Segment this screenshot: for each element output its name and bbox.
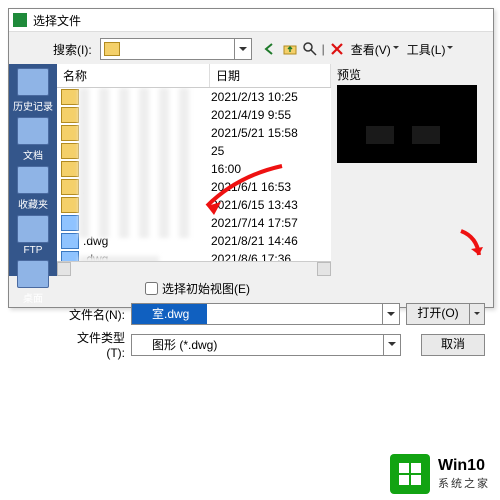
folder-icon (61, 197, 79, 213)
delete-icon[interactable] (329, 41, 345, 57)
nav-toolbar: | 查看(V) 工具(L) (262, 41, 456, 58)
up-folder-icon[interactable] (282, 41, 298, 57)
filename-row: 文件名(N): 室.dwg 打开(O) (65, 303, 485, 325)
place-documents[interactable]: 文档 (11, 117, 55, 162)
chevron-down-icon[interactable] (382, 304, 399, 324)
folder-icon (61, 143, 79, 159)
history-icon (17, 68, 49, 96)
filetype-combo[interactable]: 图形 (*.dwg) (131, 334, 401, 356)
lookin-label: 搜索(I): (53, 41, 92, 58)
filename-combo[interactable]: 室.dwg (131, 303, 400, 325)
open-dropdown[interactable] (470, 303, 485, 325)
filename-value: 室.dwg (132, 304, 207, 324)
preview-label: 预览 (337, 66, 487, 83)
folder-icon (61, 179, 79, 195)
place-label: 收藏夹 (18, 196, 48, 211)
watermark-line1: Win10 (438, 457, 490, 475)
filetype-value: 图形 (*.dwg) (132, 335, 235, 355)
documents-icon (17, 117, 49, 145)
col-date[interactable]: 日期 (210, 64, 331, 87)
app-icon (13, 13, 27, 27)
chevron-down-icon[interactable] (234, 39, 251, 59)
folder-icon (61, 161, 79, 177)
view-menu-label: 查看(V) (351, 41, 391, 58)
place-label: FTP (24, 245, 43, 256)
search-icon[interactable] (302, 41, 318, 57)
file-open-dialog: 选择文件 搜索(I): | 查看(V) 工具(L) 历史记录 文档 (8, 8, 494, 308)
bottom-panel: 选择初始视图(E) 文件名(N): 室.dwg 打开(O) 文件类型(T): 图… (9, 276, 493, 368)
initial-view-label: 选择初始视图(E) (162, 280, 250, 297)
open-button[interactable]: 打开(O) (406, 303, 470, 325)
places-bar: 历史记录 文档 收藏夹 FTP 桌面 (9, 64, 57, 276)
separator: | (322, 42, 325, 56)
place-label: 文档 (23, 147, 43, 162)
ftp-icon (17, 215, 49, 243)
horizontal-scrollbar[interactable] (57, 261, 331, 276)
cancel-button[interactable]: 取消 (421, 334, 485, 356)
place-label: 历史记录 (13, 98, 53, 113)
col-name[interactable]: 名称 (57, 64, 210, 87)
filetype-label: 文件类型(T): (65, 329, 125, 360)
place-favorites[interactable]: 收藏夹 (11, 166, 55, 211)
place-history[interactable]: 历史记录 (11, 68, 55, 113)
watermark: Win10 系统之家 (380, 448, 500, 500)
watermark-line2: 系统之家 (438, 475, 490, 491)
favorites-icon (17, 166, 49, 194)
dwg-icon (61, 233, 79, 249)
preview-image (337, 85, 477, 163)
folder-icon (61, 89, 79, 105)
chevron-down-icon (393, 46, 399, 52)
initial-view-checkbox[interactable] (145, 282, 158, 295)
filetype-row: 文件类型(T): 图形 (*.dwg) 取消 (65, 329, 485, 360)
redacted-area (79, 88, 197, 238)
chevron-down-icon[interactable] (383, 335, 400, 355)
folder-icon (104, 42, 120, 56)
tools-menu-label: 工具(L) (407, 41, 446, 58)
lookin-combo[interactable] (100, 38, 252, 60)
titlebar[interactable]: 选择文件 (9, 9, 493, 32)
initial-view-row: 选择初始视图(E) (145, 280, 485, 297)
folder-icon (61, 107, 79, 123)
list-header: 名称 日期 (57, 64, 331, 88)
view-menu[interactable]: 查看(V) (349, 41, 401, 58)
preview-pane: 预览 (331, 64, 493, 276)
tools-menu[interactable]: 工具(L) (405, 41, 456, 58)
file-list[interactable]: 2021/2/13 10:25 3012021/4/19 9:55 2021/5… (57, 88, 331, 276)
chevron-down-icon (447, 46, 453, 52)
dwg-icon (61, 215, 79, 231)
win10-logo-icon (390, 454, 430, 494)
lookin-row: 搜索(I): | 查看(V) 工具(L) (9, 32, 493, 64)
back-icon[interactable] (262, 41, 278, 57)
file-list-pane: 名称 日期 2021/2/13 10:25 3012021/4/19 9:55 … (57, 64, 331, 276)
folder-icon (61, 125, 79, 141)
filename-label: 文件名(N): (65, 306, 125, 323)
place-ftp[interactable]: FTP (11, 215, 55, 256)
dialog-title: 选择文件 (33, 12, 81, 29)
